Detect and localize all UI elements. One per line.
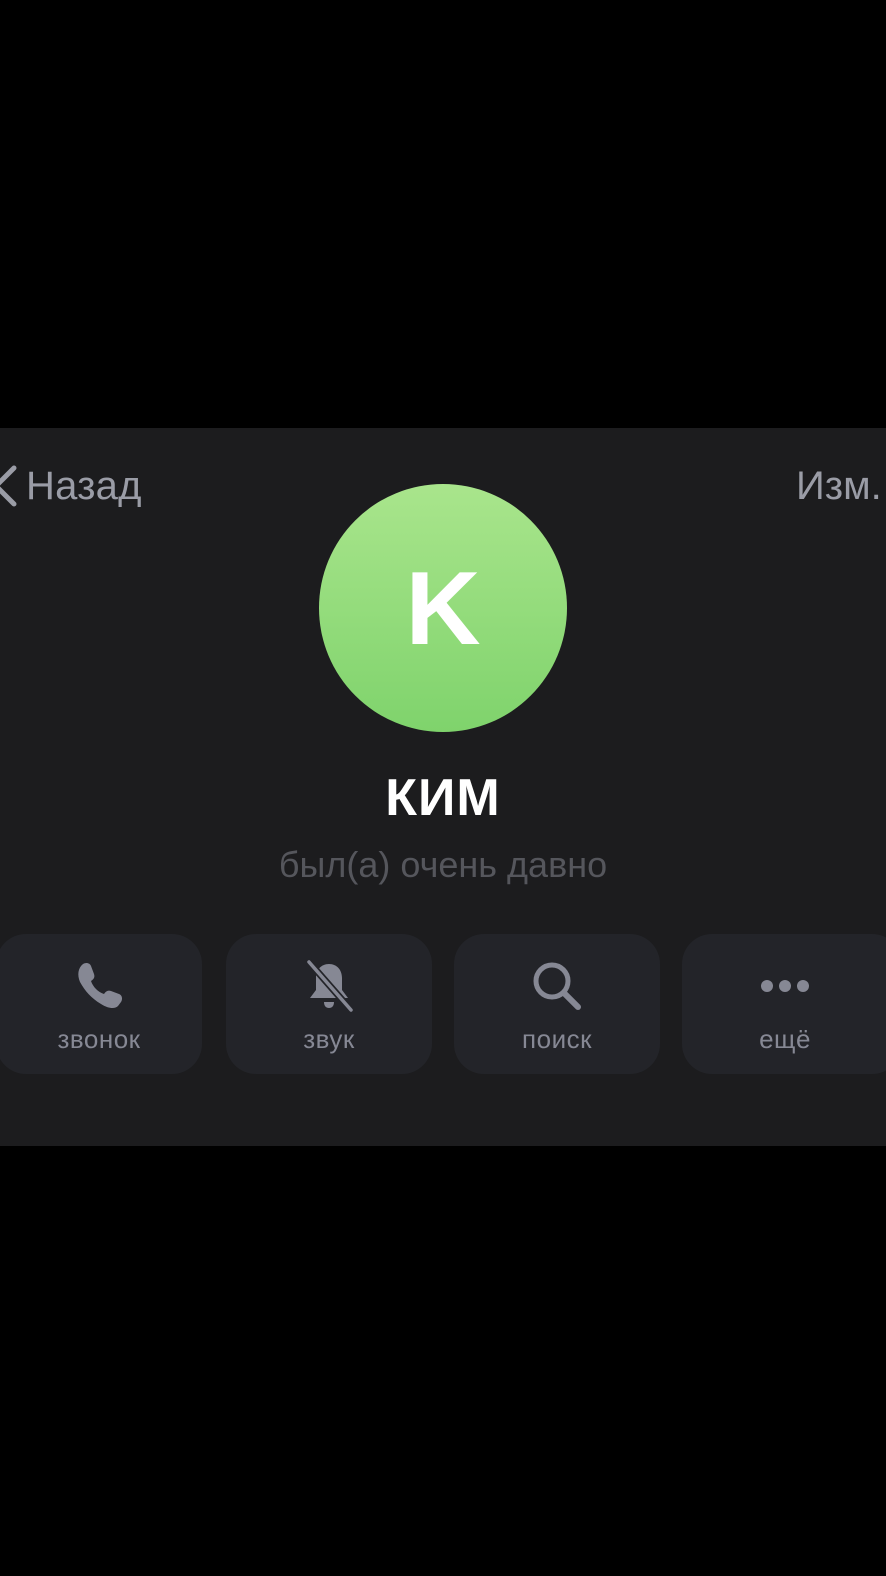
contact-profile-panel: Назад Изм. K КИМ был(а) очень давно звон…	[0, 428, 886, 1146]
screen: Назад Изм. K КИМ был(а) очень давно звон…	[0, 0, 886, 1576]
action-buttons-row: звонок звук поиск ещё	[0, 934, 886, 1074]
mute-button[interactable]: звук	[226, 934, 432, 1074]
search-label: поиск	[522, 1024, 592, 1054]
more-dots-icon	[761, 980, 809, 992]
chevron-left-icon	[0, 465, 17, 507]
contact-name: КИМ	[385, 769, 501, 827]
mute-label: звук	[303, 1024, 355, 1054]
last-seen-status: был(а) очень давно	[278, 844, 608, 885]
phone-icon	[78, 962, 123, 1009]
bell-muted-icon	[305, 958, 355, 1014]
call-label: звонок	[57, 1024, 141, 1054]
back-label: Назад	[26, 463, 142, 508]
edit-button[interactable]: Изм.	[796, 462, 882, 510]
more-label: ещё	[759, 1024, 811, 1054]
back-button[interactable]: Назад	[0, 462, 142, 510]
more-button[interactable]: ещё	[682, 934, 886, 1074]
search-icon	[533, 962, 581, 1010]
search-button[interactable]: поиск	[454, 934, 660, 1074]
call-button[interactable]: звонок	[0, 934, 202, 1074]
avatar-initial: K	[405, 551, 481, 667]
avatar[interactable]: K	[319, 484, 567, 732]
